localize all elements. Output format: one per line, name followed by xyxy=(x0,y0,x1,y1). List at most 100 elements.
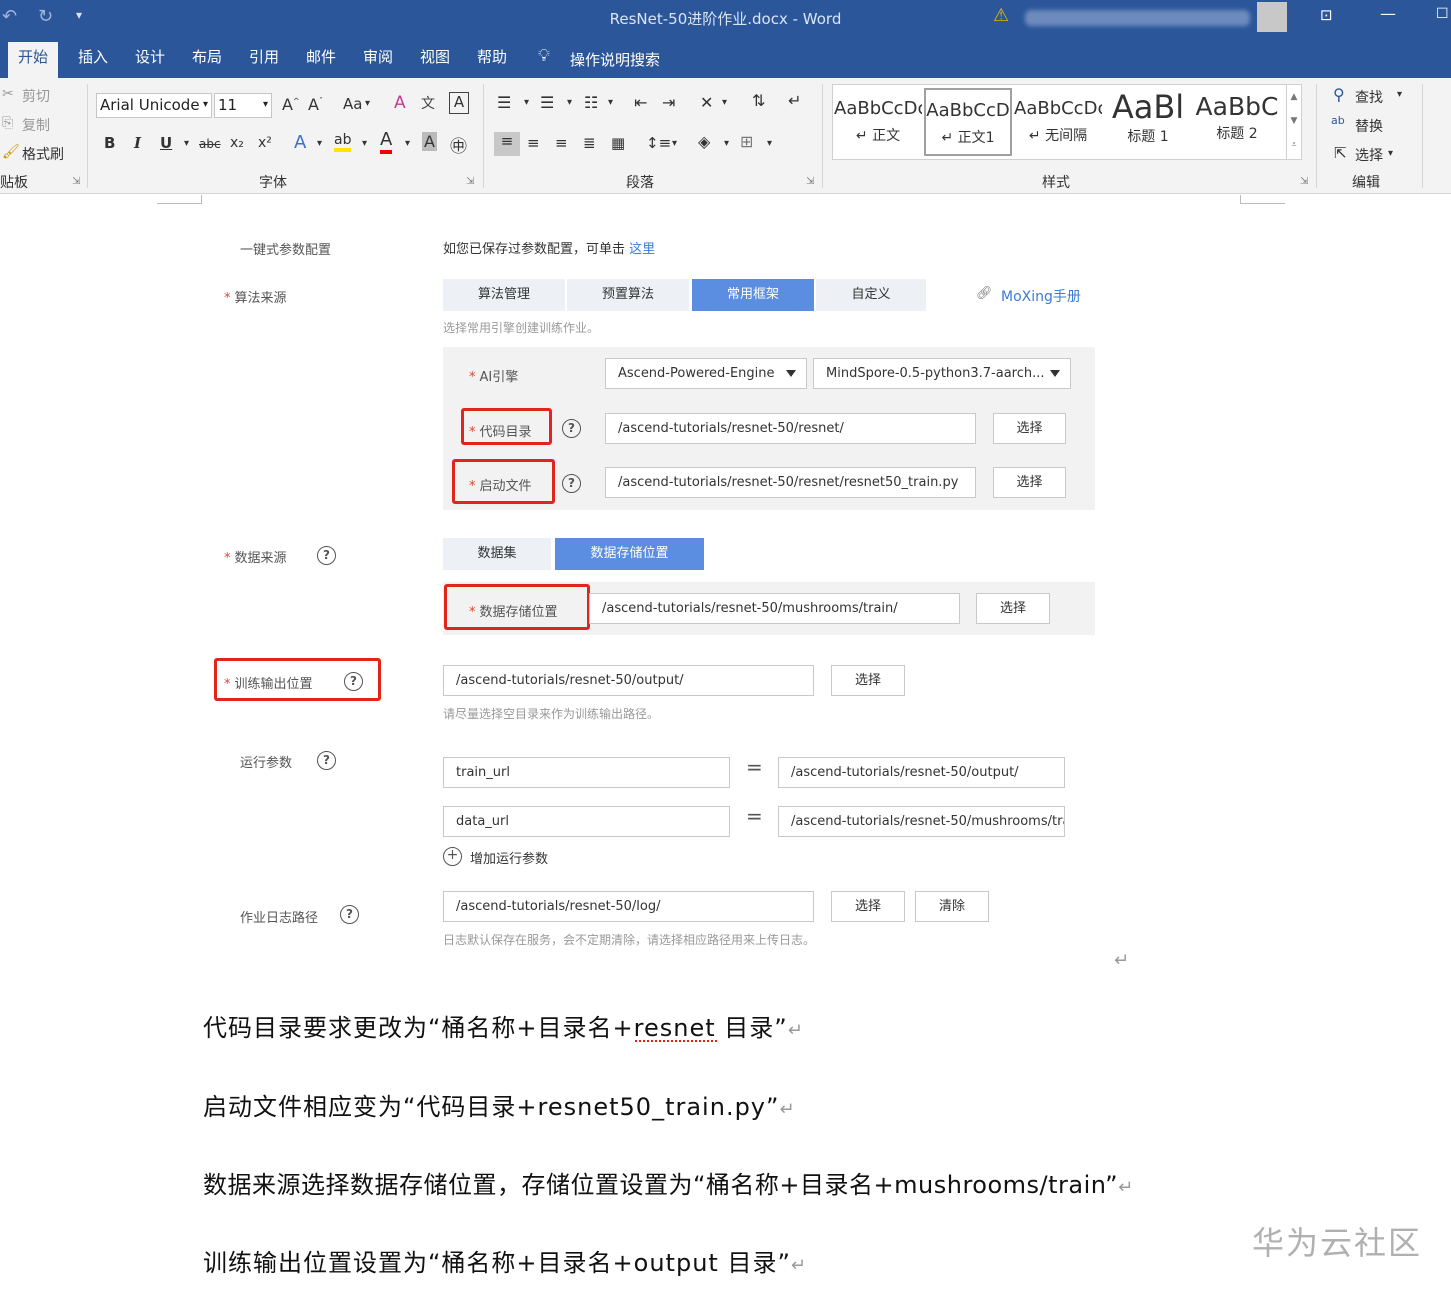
font-name-select[interactable]: Arial Unicode ▾ xyxy=(96,93,212,118)
distributed-icon[interactable]: ▦ xyxy=(611,134,625,152)
character-shading-icon[interactable]: A xyxy=(422,132,437,151)
add-circle-icon[interactable]: + xyxy=(443,847,462,866)
param-key-input[interactable]: data_url xyxy=(443,806,730,837)
clipboard-launcher-icon[interactable]: ⇲ xyxy=(72,176,80,187)
data-storage-choose-button[interactable]: 选择 xyxy=(976,593,1050,624)
param-value-input[interactable]: /ascend-tutorials/resnet-50/output/ xyxy=(778,757,1065,788)
tab-dataset[interactable]: 数据集 xyxy=(443,538,551,570)
format-painter-button[interactable]: 格式刷 xyxy=(22,144,64,164)
copy-button[interactable]: 复制 xyxy=(22,115,50,135)
tell-me-search[interactable]: 操作说明搜索 xyxy=(570,49,660,70)
text-effects-icon[interactable]: A xyxy=(294,132,306,153)
tab-custom[interactable]: 自定义 xyxy=(816,279,926,311)
warning-icon[interactable]: ⚠ xyxy=(993,5,1009,26)
replace-button[interactable]: 替换 xyxy=(1355,116,1383,136)
tab-preset-algo[interactable]: 预置算法 xyxy=(567,279,689,311)
font-color-icon[interactable]: A xyxy=(380,130,393,154)
cut-button[interactable]: 剪切 xyxy=(22,86,50,106)
change-case-button[interactable]: Aa xyxy=(343,95,362,113)
add-param-button[interactable]: 增加运行参数 xyxy=(470,848,548,867)
styles-launcher-icon[interactable]: ⇲ xyxy=(1300,176,1308,187)
shrink-font-icon[interactable]: Aˇ xyxy=(308,95,323,114)
tab-design[interactable]: 设计 xyxy=(125,42,175,78)
decrease-indent-icon[interactable]: ⇤ xyxy=(634,93,647,112)
minimize-icon[interactable]: — xyxy=(1380,4,1396,23)
numbering-icon[interactable]: ☰ xyxy=(540,93,554,112)
code-dir-choose-button[interactable]: 选择 xyxy=(993,413,1066,444)
moxing-link[interactable]: MoXing手册 xyxy=(1001,286,1081,306)
font-size-select[interactable]: 11 ▾ xyxy=(214,93,272,118)
style-heading1[interactable]: AaBl 标题 1 xyxy=(1104,88,1192,156)
boot-file-input[interactable]: /ascend-tutorials/resnet-50/resnet/resne… xyxy=(605,467,976,498)
strikethrough-button[interactable]: abc xyxy=(199,137,221,151)
style-no-spacing[interactable]: AaBbCcDc ↵ 无间隔 xyxy=(1014,88,1102,156)
avatar[interactable] xyxy=(1257,2,1287,32)
superscript-button[interactable]: x² xyxy=(258,135,272,151)
increase-indent-icon[interactable]: ⇥ xyxy=(662,93,675,112)
chinese-layout-icon[interactable]: ✕ xyxy=(700,93,713,112)
italic-button[interactable]: I xyxy=(134,134,141,152)
bullets-icon[interactable]: ☰ xyxy=(497,93,511,112)
engine-version-select[interactable]: MindSpore-0.5-python3.7-aarch... xyxy=(813,358,1071,389)
style-normal[interactable]: AaBbCcDc ↵ 正文 xyxy=(834,88,922,156)
subscript-button[interactable]: x₂ xyxy=(230,135,244,151)
log-path-input[interactable]: /ascend-tutorials/resnet-50/log/ xyxy=(443,891,814,922)
paragraph-group-label: 段落 xyxy=(626,175,654,191)
tab-mailings[interactable]: 邮件 xyxy=(296,42,346,78)
code-dir-input[interactable]: /ascend-tutorials/resnet-50/resnet/ xyxy=(605,413,976,444)
style-normal1[interactable]: AaBbCcD ↵ 正文1 xyxy=(924,88,1012,156)
help-icon[interactable]: ? xyxy=(344,672,363,691)
tab-review[interactable]: 审阅 xyxy=(353,42,403,78)
param-key-input[interactable]: train_url xyxy=(443,757,730,788)
align-center-icon[interactable]: ≡ xyxy=(527,134,540,152)
help-icon[interactable]: ? xyxy=(317,751,336,770)
align-right-icon[interactable]: ≡ xyxy=(555,134,568,152)
sort-icon[interactable]: ⇅ xyxy=(752,91,765,110)
justify-icon[interactable]: ≣ xyxy=(583,134,596,152)
underline-button[interactable]: U xyxy=(160,134,172,152)
log-path-clear-button[interactable]: 清除 xyxy=(915,891,989,922)
help-icon[interactable]: ? xyxy=(562,474,581,493)
style-heading2[interactable]: AaBbC 标题 2 xyxy=(1194,88,1280,156)
train-output-input[interactable]: /ascend-tutorials/resnet-50/output/ xyxy=(443,665,814,696)
log-path-choose-button[interactable]: 选择 xyxy=(831,891,905,922)
tab-view[interactable]: 视图 xyxy=(410,42,460,78)
borders-icon[interactable]: ⊞ xyxy=(740,132,753,151)
param-value-input[interactable]: /ascend-tutorials/resnet-50/mushrooms/tr… xyxy=(778,806,1065,837)
bold-button[interactable]: B xyxy=(104,134,115,152)
tab-data-storage[interactable]: 数据存储位置 xyxy=(555,538,704,570)
ribbon-display-icon[interactable]: ⊡ xyxy=(1320,6,1333,24)
styles-scroll[interactable]: ▲ ▼ ⩡ xyxy=(1286,85,1301,159)
help-icon[interactable]: ? xyxy=(340,905,359,924)
show-marks-icon[interactable]: ↵ xyxy=(788,91,801,110)
align-left-icon[interactable]: ≡ xyxy=(494,132,520,156)
tab-references[interactable]: 引用 xyxy=(239,42,289,78)
tab-algo-management[interactable]: 算法管理 xyxy=(443,279,565,311)
tab-layout[interactable]: 布局 xyxy=(182,42,232,78)
help-icon[interactable]: ? xyxy=(562,419,581,438)
line-spacing-icon[interactable]: ↕≡ xyxy=(646,134,671,152)
ai-engine-select[interactable]: Ascend-Powered-Engine xyxy=(605,358,807,389)
tab-help[interactable]: 帮助 xyxy=(467,42,517,78)
help-icon[interactable]: ? xyxy=(317,546,336,565)
shading-icon[interactable]: ◈ xyxy=(698,132,710,151)
multilevel-list-icon[interactable]: ☷ xyxy=(584,93,598,112)
select-button[interactable]: 选择 xyxy=(1355,145,1383,165)
character-border-icon[interactable]: A xyxy=(449,92,469,114)
train-output-choose-button[interactable]: 选择 xyxy=(831,665,905,696)
data-storage-input[interactable]: /ascend-tutorials/resnet-50/mushrooms/tr… xyxy=(589,593,960,624)
tab-insert[interactable]: 插入 xyxy=(68,42,118,78)
find-button[interactable]: 查找 xyxy=(1355,87,1383,107)
clear-formatting-icon[interactable]: A xyxy=(394,93,406,113)
grow-font-icon[interactable]: A^ xyxy=(282,95,300,114)
tab-home[interactable]: 开始 xyxy=(8,42,59,78)
maximize-icon[interactable]: ☐ xyxy=(1436,6,1449,22)
font-launcher-icon[interactable]: ⇲ xyxy=(466,176,474,187)
highlight-icon[interactable]: ab xyxy=(334,132,352,152)
oneclick-link[interactable]: 这里 xyxy=(629,242,655,257)
boot-file-choose-button[interactable]: 选择 xyxy=(993,467,1066,498)
enclose-characters-icon[interactable]: ㊥ xyxy=(450,132,467,157)
tab-common-framework[interactable]: 常用框架 xyxy=(692,279,814,311)
phonetic-guide-icon[interactable]: 文 xyxy=(421,93,435,113)
paragraph-launcher-icon[interactable]: ⇲ xyxy=(806,176,814,187)
